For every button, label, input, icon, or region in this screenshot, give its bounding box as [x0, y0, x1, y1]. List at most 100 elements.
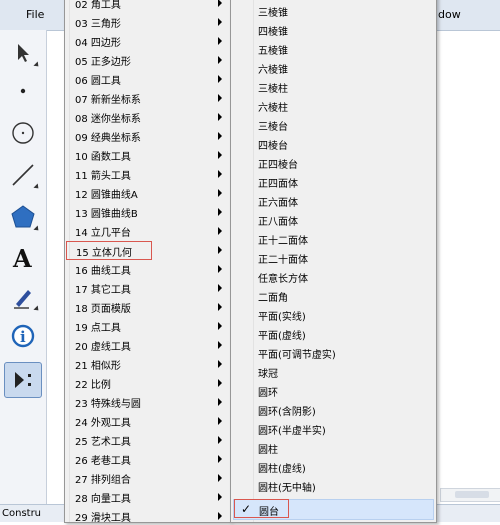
submenu-arrow-icon	[218, 170, 222, 178]
text-tool-button[interactable]: A	[4, 240, 42, 274]
polygon-tool-icon	[11, 205, 35, 228]
custom-tools-button[interactable]	[4, 362, 42, 398]
highlight-box	[234, 499, 289, 518]
submenu-item[interactable]: 正八面体	[231, 210, 436, 229]
menu-item-11[interactable]: 11 箭头工具	[65, 164, 230, 183]
menu-item-29[interactable]: 29 滑块工具	[65, 506, 230, 525]
menu-item-14[interactable]: 14 立几平台	[65, 221, 230, 240]
submenu-arrow-icon	[218, 512, 222, 520]
submenu-arrow-icon	[218, 360, 222, 368]
point-tool-button[interactable]	[4, 74, 42, 108]
menu-item-22[interactable]: 22 比例	[65, 373, 230, 392]
submenu-arrow-icon	[218, 398, 222, 406]
menu-item-06[interactable]: 06 圆工具	[65, 69, 230, 88]
submenu-arrow-icon	[218, 246, 222, 254]
marker-tool-icon	[14, 290, 31, 309]
construct-tab[interactable]: Constru	[2, 508, 41, 519]
submenu-item[interactable]: 四棱锥	[231, 20, 436, 39]
menu-item-21[interactable]: 21 相似形	[65, 354, 230, 373]
submenu-arrow-icon	[218, 322, 222, 330]
submenu-item[interactable]: 圆柱(无中轴)	[231, 476, 436, 495]
submenu-item[interactable]: 正二十面体	[231, 248, 436, 267]
submenu-arrow-icon	[218, 455, 222, 463]
menu-item-25[interactable]: 25 艺术工具	[65, 430, 230, 449]
point-tool-icon	[20, 88, 26, 94]
window-menu[interactable]: dow	[438, 8, 461, 21]
submenu-arrow-icon	[218, 94, 222, 102]
submenu-item[interactable]: 圆环(含阴影)	[231, 400, 436, 419]
submenu-item[interactable]: 三棱锥	[231, 1, 436, 20]
submenu-arrow-icon	[218, 284, 222, 292]
horizontal-scrollbar[interactable]	[440, 488, 500, 502]
arrow-tool-button[interactable]	[4, 36, 42, 70]
polygon-tool-button[interactable]	[4, 200, 42, 234]
submenu-arrow-icon	[218, 208, 222, 216]
submenu-item[interactable]: 正十二面体	[231, 229, 436, 248]
menu-item-20[interactable]: 20 虚线工具	[65, 335, 230, 354]
menu-item-08[interactable]: 08 迷你坐标系	[65, 107, 230, 126]
submenu-item[interactable]: 四棱台	[231, 134, 436, 153]
menu-item-27[interactable]: 27 排列组合	[65, 468, 230, 487]
menu-item-10[interactable]: 10 函数工具	[65, 145, 230, 164]
menu-item-13[interactable]: 13 圆锥曲线B	[65, 202, 230, 221]
submenu-item[interactable]: 任意长方体	[231, 267, 436, 286]
menu-item-15-solid-geometry[interactable]: 15 立体几何	[66, 241, 152, 260]
submenu-arrow-icon	[218, 18, 222, 26]
submenu-item[interactable]: 二面角	[231, 286, 436, 305]
menu-item-09[interactable]: 09 经典坐标系	[65, 126, 230, 145]
submenu-item[interactable]: 圆柱	[231, 438, 436, 457]
submenu-item[interactable]: 圆环(半虚半实)	[231, 419, 436, 438]
submenu-item[interactable]: 圆环	[231, 381, 436, 400]
info-tool-button[interactable]: i	[4, 320, 42, 354]
menu-item-05[interactable]: 05 正多边形	[65, 50, 230, 69]
menu-item-02[interactable]: 02 角工具	[65, 0, 230, 12]
file-menu[interactable]: File	[26, 8, 44, 21]
submenu-arrow-icon	[218, 474, 222, 482]
menu-item-28[interactable]: 28 向量工具	[65, 487, 230, 506]
tool-folder-menu: 02 角工具 03 三角形 04 四边形 05 正多边形 06 圆工具 07 新…	[64, 0, 231, 525]
marker-tool-button[interactable]	[4, 280, 42, 314]
menu-item-16[interactable]: 16 曲线工具	[65, 259, 230, 278]
submenu-item[interactable]: 五棱锥	[231, 39, 436, 58]
submenu-arrow-icon	[218, 379, 222, 387]
submenu-arrow-icon	[218, 303, 222, 311]
submenu-item[interactable]: 正四面体	[231, 172, 436, 191]
submenu-arrow-icon	[218, 341, 222, 349]
submenu-item[interactable]: 圆柱(虚线)	[231, 457, 436, 476]
solid-geometry-submenu: 三棱锥 四棱锥 五棱锥 六棱锥 三棱柱 六棱柱 三棱台 四棱台 正四棱台 正四面…	[230, 0, 437, 523]
submenu-item[interactable]: 球冠	[231, 362, 436, 381]
submenu-arrow-icon	[218, 113, 222, 121]
menu-item-23[interactable]: 23 特殊线与圆	[65, 392, 230, 411]
submenu-item[interactable]: 正六面体	[231, 191, 436, 210]
submenu-item[interactable]: 正四棱台	[231, 153, 436, 172]
menu-item-07[interactable]: 07 新新坐标系	[65, 88, 230, 107]
menu-item-17[interactable]: 17 其它工具	[65, 278, 230, 297]
submenu-arrow-icon	[218, 37, 222, 45]
submenu-item[interactable]: 六棱锥	[231, 58, 436, 77]
submenu-item[interactable]: 平面(可调节虚实)	[231, 343, 436, 362]
submenu-item[interactable]: 三棱台	[231, 115, 436, 134]
submenu-arrow-icon	[218, 0, 222, 7]
menu-item-03[interactable]: 03 三角形	[65, 12, 230, 31]
menu-item-04[interactable]: 04 四边形	[65, 31, 230, 50]
submenu-arrow-icon	[218, 151, 222, 159]
submenu-arrow-icon	[218, 132, 222, 140]
submenu-item[interactable]: 平面(实线)	[231, 305, 436, 324]
submenu-arrow-icon	[218, 436, 222, 444]
menu-item-12[interactable]: 12 圆锥曲线A	[65, 183, 230, 202]
submenu-arrow-icon	[218, 56, 222, 64]
menu-item-18[interactable]: 18 页面模版	[65, 297, 230, 316]
menu-item-26[interactable]: 26 老巷工具	[65, 449, 230, 468]
submenu-item[interactable]: 六棱柱	[231, 96, 436, 115]
compass-tool-button[interactable]	[4, 116, 42, 150]
submenu-item[interactable]: 三棱柱	[231, 77, 436, 96]
submenu-item[interactable]: 平面(虚线)	[231, 324, 436, 343]
line-tool-button[interactable]	[4, 158, 42, 192]
tool-palette: A i	[0, 30, 47, 510]
submenu-arrow-icon	[218, 417, 222, 425]
menu-item-19[interactable]: 19 点工具	[65, 316, 230, 335]
submenu-arrow-icon	[218, 493, 222, 501]
svg-text:i: i	[20, 328, 26, 346]
submenu-arrow-icon	[218, 227, 222, 235]
menu-item-24[interactable]: 24 外观工具	[65, 411, 230, 430]
